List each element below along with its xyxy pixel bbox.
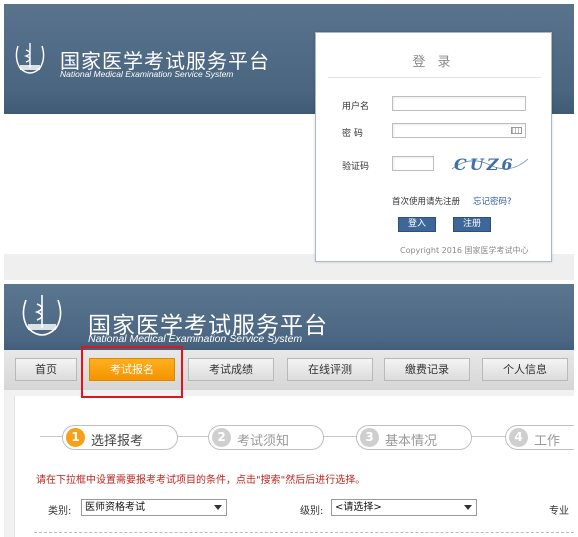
captcha-input[interactable] (392, 156, 434, 171)
first-use-text: 首次使用请先注册 (392, 197, 461, 207)
tab-home[interactable]: 首页 (15, 358, 77, 381)
category-select[interactable]: 医师资格考试 (81, 499, 227, 516)
tab-personal-info[interactable]: 个人信息 (482, 358, 568, 381)
logo-emblem-icon (22, 295, 62, 336)
password-label: 密 码 (342, 129, 363, 139)
category-value: 医师资格考试 (85, 502, 145, 513)
login-panel: 登 录 用户名 密 码 验证码 CUZ6 首次使用请先注册 忘记密码? 登入 注… (315, 32, 552, 262)
register-button[interactable]: 注册 (453, 217, 491, 232)
tab-payment-records[interactable]: 缴费记录 (384, 358, 470, 381)
step-label: 基本情况 (385, 434, 438, 449)
divider (34, 532, 574, 533)
registration-page-screenshot: 国家医学考试服务平台 National Medical Examination … (4, 284, 574, 537)
step-number: 2 (212, 428, 231, 447)
chevron-down-icon (214, 505, 222, 510)
login-title: 登 录 (412, 55, 455, 70)
captcha-image[interactable]: CUZ6 (450, 153, 530, 175)
step-label: 考试须知 (237, 434, 290, 449)
copyright-text: Copyright 2016 国家医学考试中心 (400, 246, 529, 255)
level-label: 级别: (300, 506, 324, 517)
password-input[interactable] (392, 123, 526, 138)
major-label: 专业 (549, 506, 569, 517)
step-3: 3 基本情况 (356, 425, 472, 450)
login-page-screenshot: 国家医学考试服务平台 National Medical Examination … (4, 4, 574, 280)
level-value: <请选择> (335, 502, 382, 513)
site-title-en: National Medical Examination Service Sys… (60, 69, 234, 79)
step-number: 4 (509, 428, 528, 447)
username-label: 用户名 (342, 102, 370, 112)
step-2: 2 考试须知 (208, 425, 324, 450)
highlight-box (81, 346, 183, 398)
screenshot-composite: 国家医学考试服务平台 National Medical Examination … (0, 0, 578, 537)
step-1: 1 选择报考 (62, 425, 178, 450)
step-label: 选择报考 (91, 434, 144, 449)
logo-emblem-icon (15, 43, 45, 74)
level-select[interactable]: <请选择> (331, 499, 477, 516)
captcha-text: CUZ6 (454, 155, 516, 174)
site-title-en: National Medical Examination Service Sys… (88, 333, 303, 345)
username-input[interactable] (392, 96, 526, 111)
step-number: 3 (360, 428, 379, 447)
captcha-label: 验证码 (342, 162, 370, 172)
category-label: 类别: (48, 506, 72, 517)
step-number: 1 (66, 428, 85, 447)
divider (328, 77, 541, 78)
login-button[interactable]: 登入 (398, 217, 436, 232)
keyboard-icon[interactable] (511, 127, 522, 134)
tab-online-assessment[interactable]: 在线评测 (287, 358, 373, 381)
tab-exam-results[interactable]: 考试成绩 (188, 358, 274, 381)
step-label: 工作 (534, 434, 561, 449)
chevron-down-icon (464, 505, 472, 510)
step-4: 4 工作 (505, 425, 574, 450)
instruction-text: 请在下拉框中设置需要报考考试项目的条件，点击"搜索"然后后进行选择。 (36, 475, 366, 486)
forgot-password-link[interactable]: 忘记密码? (473, 195, 512, 207)
